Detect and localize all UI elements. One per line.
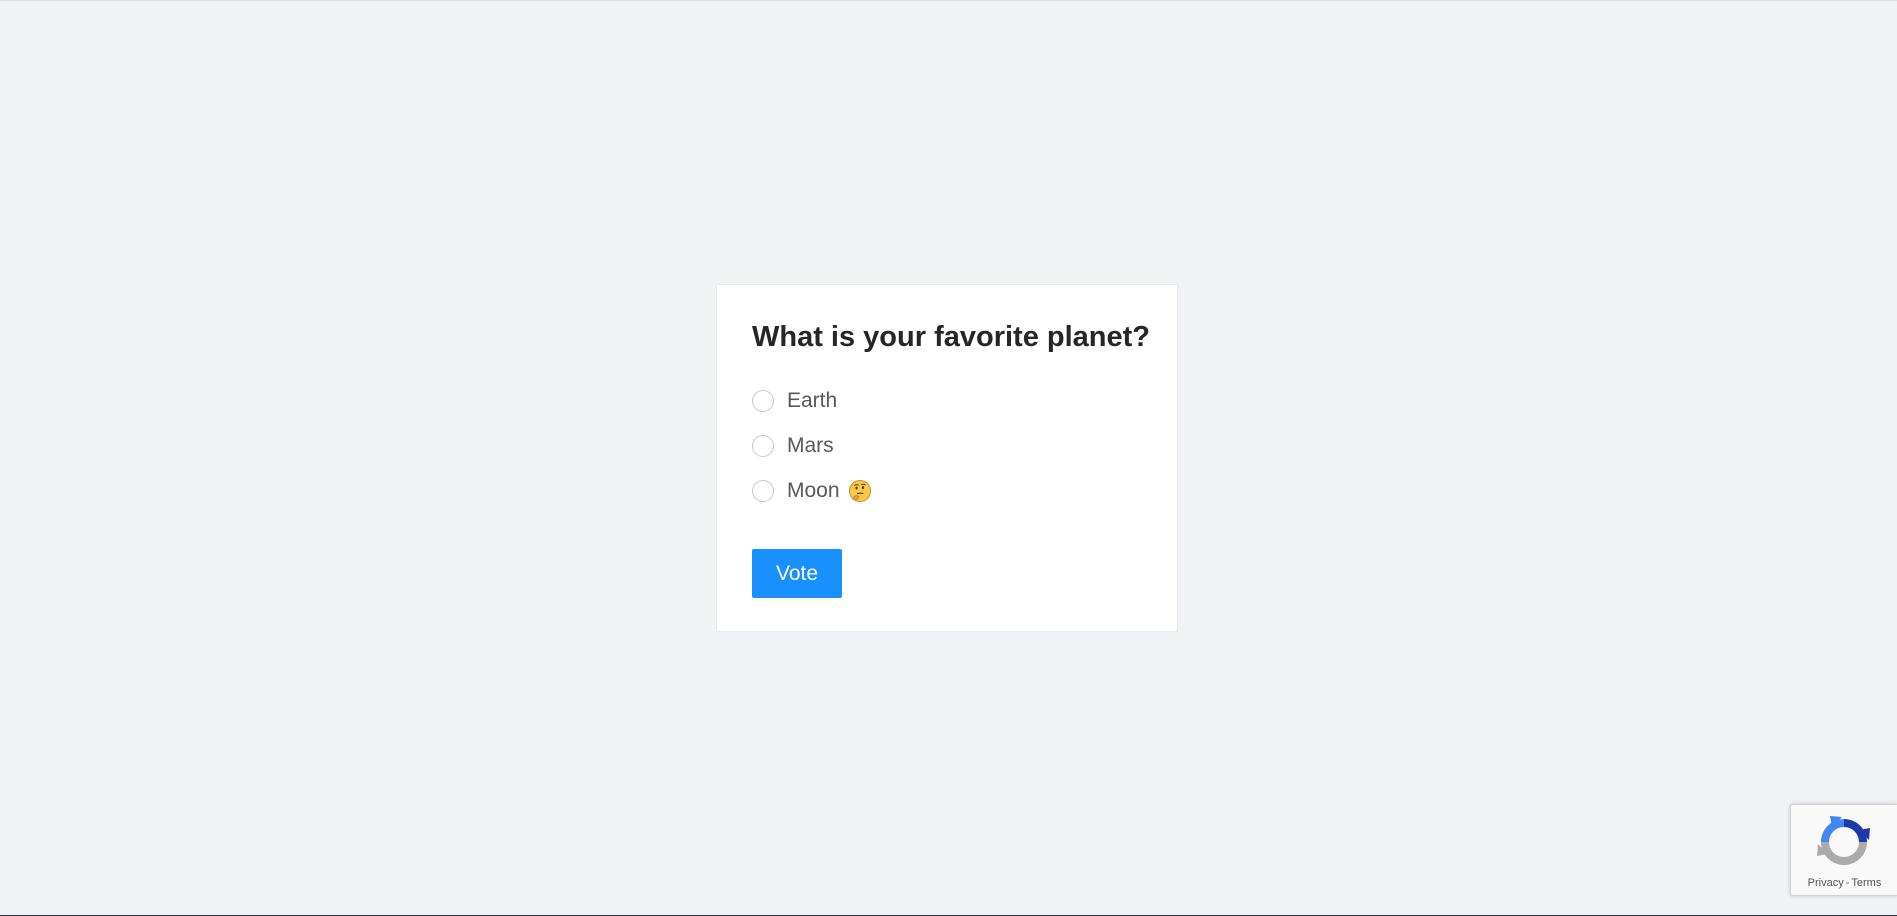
recaptcha-logo-icon <box>1817 816 1870 865</box>
poll-card: What is your favorite planet? Earth Mars… <box>716 284 1178 632</box>
top-border <box>0 0 1897 1</box>
recaptcha-links: Privacy - Terms <box>1791 877 1897 889</box>
radio-moon[interactable] <box>752 479 774 502</box>
radio-mars[interactable] <box>752 434 774 457</box>
option-moon[interactable]: Moon <box>752 468 1142 513</box>
poll-options: Earth Mars Moon <box>752 378 1142 513</box>
recaptcha-terms-link[interactable]: Terms <box>1851 877 1881 889</box>
recaptcha-separator: - <box>1845 877 1850 889</box>
option-label-moon: Moon <box>787 478 840 502</box>
option-label-earth: Earth <box>787 388 838 412</box>
option-earth[interactable]: Earth <box>752 378 1142 423</box>
option-mars[interactable]: Mars <box>752 423 1142 468</box>
radio-earth[interactable] <box>752 389 774 412</box>
vote-button[interactable]: Vote <box>752 549 842 598</box>
option-label-mars: Mars <box>787 433 834 457</box>
recaptcha-privacy-link[interactable]: Privacy <box>1808 877 1844 889</box>
thinking-face-emoji-icon <box>848 479 871 502</box>
recaptcha-badge[interactable]: Privacy - Terms <box>1790 804 1897 896</box>
poll-question: What is your favorite planet? <box>752 321 1150 353</box>
